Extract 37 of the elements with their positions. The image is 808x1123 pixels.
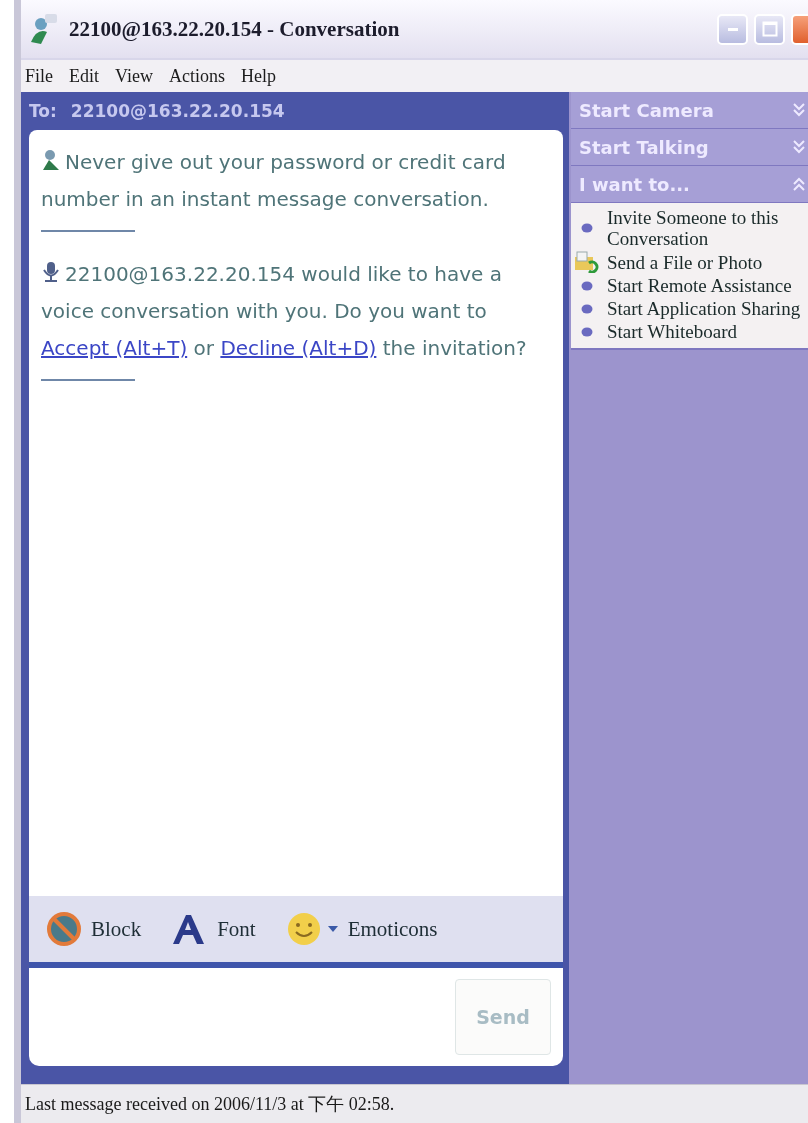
minimize-button[interactable] [717,13,748,45]
task-link[interactable]: Start Remote Assistance [573,275,808,296]
emoticons-button[interactable]: Emoticons [285,911,438,947]
message-text: Never give out your password or credit card number in an instant message conversation. [41,148,507,213]
link[interactable]: Accept (Alt+T) [41,336,188,360]
block-button[interactable]: Block [47,912,142,946]
bullet-icon [581,223,593,233]
caret-icon [327,926,338,932]
task-link[interactable]: Start Whiteboard [573,321,808,342]
menu-item[interactable]: File [25,65,53,87]
menu-item[interactable]: Edit [69,65,99,87]
bullet-icon [581,326,593,337]
menu-item[interactable]: Help [240,65,276,87]
link[interactable]: Decline (Alt+D) [220,336,377,360]
microphone-icon [41,261,61,283]
section-title: I want to... [579,173,690,195]
task-link[interactable]: Start Application Sharing [573,298,808,319]
window-title: 22100@163.22.20.154 - Conversation [69,16,401,42]
task-link[interactable]: Invite Someone to this Conversation [573,207,808,249]
minimize-icon [727,27,738,31]
to-label: To: [29,101,57,121]
task-link[interactable]: Send a File or Photo [573,251,808,273]
folder-icon [574,251,600,273]
bullet-icon [581,303,593,314]
recipient-address: 22100@163.22.20.154 [70,101,285,121]
menu-item[interactable]: Actions [168,65,225,87]
person-icon [41,149,61,171]
section-title: Start Camera [579,99,714,121]
maximize-icon [761,21,778,37]
menu-item[interactable]: View [115,65,153,87]
font-button[interactable]: Font [171,913,256,945]
message-text: 22100@163.22.20.154 would like to have a voice conversation with you. Do you want to Accept (Alt+T) or Decline (Alt+D) the invitation? [41,260,528,362]
bullet-icon [581,280,593,291]
smiley-icon [285,911,322,947]
maximize-button[interactable] [754,13,785,45]
section-title: Start Talking [579,136,709,158]
status-text: Last message received on 2006/11/3 at 下午 02:58. [25,1093,395,1116]
